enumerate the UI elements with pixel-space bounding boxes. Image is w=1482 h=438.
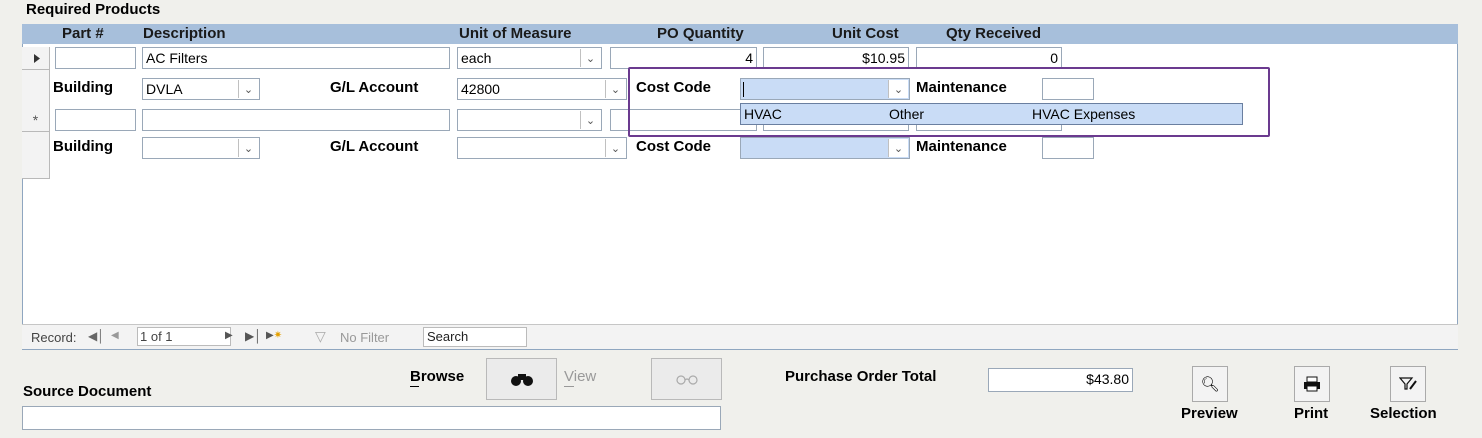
column-header-description: Description bbox=[143, 25, 226, 42]
record-navigation-bar: Record: ◀│ ◀ 1 of 1 ▶ ▶│ ▶✷ ▽ No Filter … bbox=[22, 324, 1458, 349]
binoculars-icon bbox=[510, 374, 533, 386]
browse-accelerator-underline bbox=[410, 386, 419, 387]
gl-account-combo[interactable]: 42800 ⌄ bbox=[457, 78, 627, 100]
source-document-label: Source Document bbox=[23, 383, 152, 400]
printer-icon bbox=[1304, 376, 1320, 392]
chevron-down-icon[interactable]: ⌄ bbox=[605, 139, 625, 157]
column-header-unit-cost: Unit Cost bbox=[832, 25, 899, 42]
view-label: View bbox=[564, 368, 597, 385]
chevron-down-icon[interactable]: ⌄ bbox=[888, 139, 908, 157]
view-button[interactable] bbox=[651, 358, 722, 400]
highlight-annotation bbox=[628, 67, 1270, 137]
previous-record-icon[interactable]: ◀ bbox=[111, 330, 119, 341]
view-accelerator-underline bbox=[564, 386, 574, 387]
column-header-uom: Unit of Measure bbox=[459, 25, 572, 42]
chevron-down-icon[interactable]: ⌄ bbox=[580, 49, 600, 67]
uom-combo[interactable]: each ⌄ bbox=[457, 47, 602, 69]
filter-pencil-icon bbox=[1399, 377, 1417, 390]
new-building-label: Building bbox=[53, 138, 113, 155]
new-description-field[interactable] bbox=[142, 109, 450, 131]
preview-icon: 🔍︎ bbox=[1200, 376, 1220, 393]
source-document-field[interactable] bbox=[22, 406, 721, 430]
search-input[interactable]: Search bbox=[423, 327, 527, 347]
column-header-po-quantity: PO Quantity bbox=[657, 25, 744, 42]
po-total-field: $43.80 bbox=[988, 368, 1133, 392]
preview-button[interactable]: 🔍︎ bbox=[1192, 366, 1228, 402]
section-title: Required Products bbox=[26, 1, 161, 18]
browse-button[interactable] bbox=[486, 358, 557, 400]
new-gl-account-combo[interactable]: ⌄ bbox=[457, 137, 627, 159]
current-record-arrow-icon bbox=[34, 54, 40, 63]
current-record-field[interactable]: 1 of 1 bbox=[137, 327, 231, 346]
new-cost-code-combo[interactable]: ⌄ bbox=[740, 137, 910, 159]
column-header-qty-received: Qty Received bbox=[946, 25, 1042, 42]
new-part-number-field[interactable] bbox=[55, 109, 136, 131]
chevron-down-icon[interactable]: ⌄ bbox=[238, 139, 258, 157]
chevron-down-icon[interactable]: ⌄ bbox=[605, 80, 625, 98]
record-label: Record: bbox=[31, 330, 77, 345]
browse-label: Browse bbox=[410, 368, 465, 385]
new-uom-combo[interactable]: ⌄ bbox=[457, 109, 602, 131]
new-cost-code-label: Cost Code bbox=[636, 138, 711, 155]
building-value: DVLA bbox=[146, 81, 183, 97]
print-button[interactable] bbox=[1294, 366, 1330, 402]
chevron-down-icon[interactable]: ⌄ bbox=[238, 80, 258, 98]
record-selector-current[interactable] bbox=[22, 47, 50, 70]
last-record-icon[interactable]: ▶│ bbox=[245, 329, 262, 343]
new-maintenance-label: Maintenance bbox=[916, 138, 1007, 155]
record-selector-new-sub bbox=[22, 132, 50, 179]
column-header-part: Part # bbox=[62, 25, 104, 42]
new-record-icon[interactable]: ▶✷ bbox=[266, 330, 282, 341]
po-quantity-field[interactable]: 4 bbox=[610, 47, 757, 69]
building-label: Building bbox=[53, 79, 113, 96]
filter-icon: ▽ bbox=[315, 328, 326, 344]
new-gl-account-label: G/L Account bbox=[330, 138, 419, 155]
chevron-down-icon[interactable]: ⌄ bbox=[580, 111, 600, 129]
new-building-combo[interactable]: ⌄ bbox=[142, 137, 260, 159]
po-total-label: Purchase Order Total bbox=[785, 368, 937, 385]
gl-account-value: 42800 bbox=[461, 81, 500, 97]
gl-account-label: G/L Account bbox=[330, 79, 419, 96]
unit-cost-field[interactable]: $10.95 bbox=[763, 47, 909, 69]
next-record-icon[interactable]: ▶ bbox=[225, 330, 233, 341]
uom-value: each bbox=[461, 50, 492, 66]
new-record-marker[interactable]: * bbox=[22, 109, 50, 132]
selection-button[interactable] bbox=[1390, 366, 1426, 402]
preview-label: Preview bbox=[1181, 405, 1238, 422]
new-maintenance-field[interactable] bbox=[1042, 137, 1094, 159]
glasses-icon bbox=[675, 375, 698, 385]
part-number-field[interactable] bbox=[55, 47, 136, 69]
qty-received-field[interactable]: 0 bbox=[916, 47, 1062, 69]
selection-label: Selection bbox=[1370, 405, 1437, 422]
first-record-icon[interactable]: ◀│ bbox=[88, 329, 105, 343]
print-label: Print bbox=[1294, 405, 1329, 422]
building-combo[interactable]: DVLA ⌄ bbox=[142, 78, 260, 100]
description-field[interactable]: AC Filters bbox=[142, 47, 450, 69]
no-filter-label[interactable]: No Filter bbox=[340, 330, 389, 345]
